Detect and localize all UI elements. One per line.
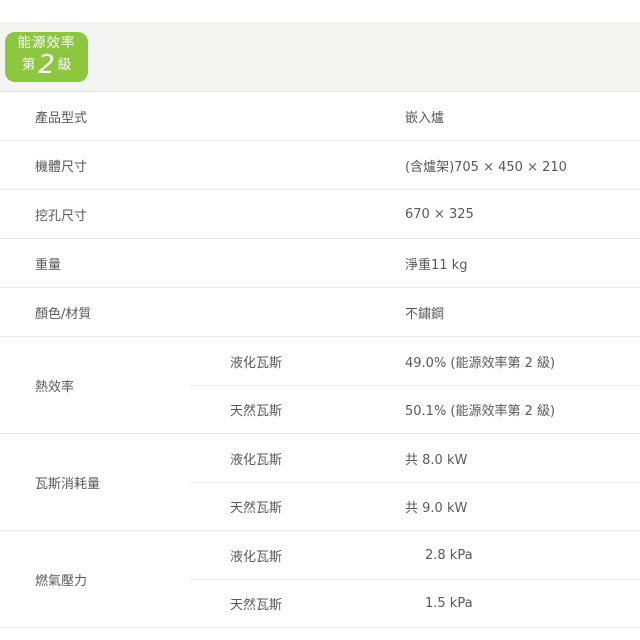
spec-row-body-dimensions: 機體尺寸 (含爐架)705 × 450 × 210 (0, 141, 640, 190)
spec-value: 共 8.0 kW (405, 449, 640, 468)
spec-value: 共 9.0 kW (405, 497, 640, 516)
badge-level-prefix: 第 (22, 52, 36, 79)
spec-value: 不鏽鋼 (405, 303, 640, 322)
spec-sublabel: 天然瓦斯 (190, 594, 405, 613)
spec-subrow-lpg: 液化瓦斯 2.8 kPa (190, 531, 640, 579)
spec-group-subrows: 液化瓦斯 2.8 kPa 天然瓦斯 1.5 kPa (190, 531, 640, 627)
spec-label: 挖孔尺寸 (0, 205, 405, 224)
spec-group-label: 燃氣壓力 (0, 531, 190, 627)
spec-value: 1.5 kPa (405, 596, 640, 611)
spec-group-subrows: 液化瓦斯 49.0% (能源效率第 2 級) 天然瓦斯 50.1% (能源效率第… (190, 337, 640, 433)
spec-value: 嵌入爐 (405, 107, 640, 126)
spec-sublabel: 天然瓦斯 (190, 400, 405, 419)
spec-subrow-lpg: 液化瓦斯 共 8.0 kW (190, 434, 640, 482)
energy-badge-band: 能源效率 第 2 級 (0, 22, 640, 92)
energy-efficiency-badge: 能源效率 第 2 級 (5, 32, 88, 82)
spec-subrow-natural-gas: 天然瓦斯 共 9.0 kW (190, 482, 640, 530)
spec-sublabel: 液化瓦斯 (190, 546, 405, 565)
spec-table: 產品型式 嵌入爐 機體尺寸 (含爐架)705 × 450 × 210 挖孔尺寸 … (0, 92, 640, 628)
spec-group-label: 熱效率 (0, 337, 190, 433)
spec-sublabel: 天然瓦斯 (190, 497, 405, 516)
spec-value: 670 × 325 (405, 207, 640, 222)
spec-group-subrows: 液化瓦斯 共 8.0 kW 天然瓦斯 共 9.0 kW (190, 434, 640, 530)
spec-value: 淨重11 kg (405, 254, 640, 273)
spec-value: 2.8 kPa (405, 548, 640, 563)
spec-group-label: 瓦斯消耗量 (0, 434, 190, 530)
spec-value: 50.1% (能源效率第 2 級) (405, 400, 640, 419)
spec-value: 49.0% (能源效率第 2 級) (405, 352, 640, 371)
spec-subrow-lpg: 液化瓦斯 49.0% (能源效率第 2 級) (190, 337, 640, 385)
spec-sublabel: 液化瓦斯 (190, 352, 405, 371)
spec-value: (含爐架)705 × 450 × 210 (405, 156, 640, 175)
spec-label: 顏色/材質 (0, 303, 405, 322)
spec-label: 機體尺寸 (0, 156, 405, 175)
spec-group-gas-consumption: 瓦斯消耗量 液化瓦斯 共 8.0 kW 天然瓦斯 共 9.0 kW (0, 434, 640, 531)
spec-subrow-natural-gas: 天然瓦斯 1.5 kPa (190, 579, 640, 627)
spec-row-weight: 重量 淨重11 kg (0, 239, 640, 288)
spec-row-color-material: 顏色/材質 不鏽鋼 (0, 288, 640, 337)
spec-row-cutout-dimensions: 挖孔尺寸 670 × 325 (0, 190, 640, 239)
spec-group-thermal-efficiency: 熱效率 液化瓦斯 49.0% (能源效率第 2 級) 天然瓦斯 50.1% (能… (0, 337, 640, 434)
spec-sublabel: 液化瓦斯 (190, 449, 405, 468)
badge-level: 第 2 級 (22, 52, 72, 79)
spec-row-product-type: 產品型式 嵌入爐 (0, 92, 640, 141)
spec-label: 產品型式 (0, 107, 405, 126)
badge-level-suffix: 級 (58, 52, 72, 79)
spec-label: 重量 (0, 254, 405, 273)
spec-subrow-natural-gas: 天然瓦斯 50.1% (能源效率第 2 級) (190, 385, 640, 433)
badge-level-number: 2 (38, 52, 55, 79)
spec-group-gas-pressure: 燃氣壓力 液化瓦斯 2.8 kPa 天然瓦斯 1.5 kPa (0, 531, 640, 628)
product-spec-page: 能源效率 第 2 級 產品型式 嵌入爐 機體尺寸 (含爐架)705 × 450 … (0, 0, 640, 640)
